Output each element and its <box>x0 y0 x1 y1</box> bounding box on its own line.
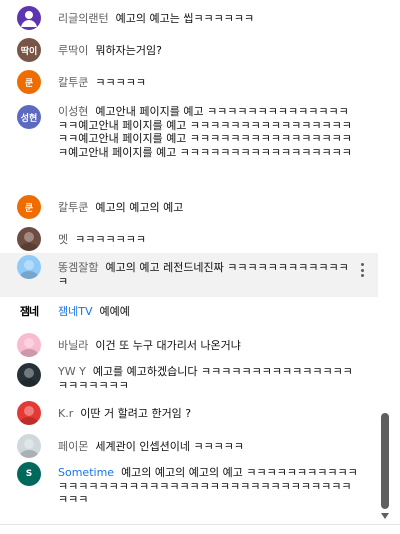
message-content: 칼투쿤 예고의 예고의 예고 <box>58 201 358 215</box>
profile-photo-icon <box>20 232 38 251</box>
message-text: 예고의 예고 레전드네진짜 ㅋㅋㅋㅋㅋㅋㅋㅋㅋㅋㅋㅋㅋ <box>58 261 349 288</box>
message-text: 예고의 예고의 예고 <box>95 201 184 214</box>
message-content: K.r 이딴 거 할려고 한거임 ? <box>58 407 358 421</box>
chat-message[interactable]: K.r 이딴 거 할려고 한거임 ? <box>0 399 378 427</box>
author-name[interactable]: 루딱이 <box>58 44 88 57</box>
author-name[interactable]: 칼투쿤 <box>58 201 88 214</box>
avatar[interactable] <box>17 255 41 279</box>
chat-message[interactable]: S Sometime 예고의 예고의 예고의 예고 ㅋㅋㅋㅋㅋㅋㅋㅋㅋㅋㅋㅋㅋㅋㅋㅋ… <box>0 460 378 516</box>
chat-message[interactable]: YW Y 예고를 예고하겠습니다 ㅋㅋㅋㅋㅋㅋㅋㅋㅋㅋㅋㅋㅋㅋㅋㅋㅋㅋㅋㅋㅋㅋ <box>0 361 378 395</box>
chat-message[interactable]: 페이몬 세계관이 인셉션이네 ㅋㅋㅋㅋㅋ <box>0 432 378 462</box>
message-text: 예고안내 페이지를 예고 ㅋㅋㅋㅋㅋㅋㅋㅋㅋㅋㅋㅋㅋㅋㅋㅋ예고안내 페이지를 예… <box>58 105 352 159</box>
author-name[interactable]: 잼네TV <box>58 305 92 318</box>
message-text: 이딴 거 할려고 한거임 ? <box>80 407 192 420</box>
author-name[interactable]: YW Y <box>58 365 86 378</box>
profile-photo-icon <box>20 406 38 425</box>
avatar[interactable]: 딱이 <box>17 38 41 62</box>
message-content: 페이몬 세계관이 인셉션이네 ㅋㅋㅋㅋㅋ <box>58 440 358 454</box>
avatar-initials: 쿤 <box>24 78 34 89</box>
message-content: 리글의랜턴 예고의 예고는 씹ㅋㅋㅋㅋㅋㅋ <box>58 12 358 26</box>
message-text: 예고의 예고는 씹ㅋㅋㅋㅋㅋㅋ <box>115 12 255 25</box>
avatar[interactable]: S <box>17 462 41 486</box>
message-text: 예예예 <box>99 305 130 318</box>
avatar[interactable] <box>17 6 41 30</box>
profile-photo-icon <box>20 439 38 458</box>
message-content: 바닐라 이건 또 누구 대가리서 나온거냐 <box>58 339 358 353</box>
person-icon <box>21 11 37 27</box>
chat-message[interactable]: 성현 이성현 예고안내 페이지를 예고 ㅋㅋㅋㅋㅋㅋㅋㅋㅋㅋㅋㅋㅋㅋㅋㅋ예고안내 페… <box>0 100 378 184</box>
avatar-initials: 딱이 <box>20 46 38 57</box>
message-text: 이건 또 누구 대가리서 나온거냐 <box>95 339 241 352</box>
message-text: 뭐하자는거임? <box>95 44 162 57</box>
avatar-initials: 쿤 <box>24 203 34 214</box>
dot <box>360 263 364 266</box>
author-name[interactable]: 똥겜잘함 <box>58 261 98 274</box>
author-name[interactable]: 바닐라 <box>58 339 88 352</box>
chat-message[interactable]: 쿤 칼투쿤 ㅋㅋㅋㅋㅋ <box>0 68 378 96</box>
message-text: 예고를 예고하겠습니다 ㅋㅋㅋㅋㅋㅋㅋㅋㅋㅋㅋㅋㅋㅋㅋㅋㅋㅋㅋㅋㅋㅋ <box>58 365 353 392</box>
message-content: 루딱이 뭐하자는거임? <box>58 44 358 58</box>
more-vert-icon[interactable] <box>358 260 366 280</box>
channel-logo: 잼네 <box>19 305 39 318</box>
avatar[interactable] <box>17 227 41 251</box>
avatar[interactable]: 성현 <box>17 105 41 129</box>
message-content: 멧 ㅋㅋㅋㅋㅋㅋㅋ <box>58 233 358 247</box>
author-name[interactable]: 페이몬 <box>58 440 88 453</box>
avatar[interactable] <box>17 401 41 425</box>
message-text: ㅋㅋㅋㅋㅋㅋㅋ <box>75 233 146 246</box>
dot <box>360 274 364 277</box>
message-text: ㅋㅋㅋㅋㅋ <box>95 76 146 89</box>
author-name[interactable]: 멧 <box>58 233 68 246</box>
profile-photo-icon <box>20 338 38 357</box>
message-content: 똥겜잘함 예고의 예고 레전드네진짜 ㅋㅋㅋㅋㅋㅋㅋㅋㅋㅋㅋㅋㅋ <box>58 261 358 288</box>
avatar-initials: S <box>25 469 33 479</box>
author-name[interactable]: Sometime <box>58 466 114 479</box>
message-text: 세계관이 인셉션이네 ㅋㅋㅋㅋㅋ <box>95 440 245 453</box>
message-content: 잼네TV 예예예 <box>58 305 358 319</box>
profile-photo-icon <box>20 368 38 387</box>
avatar[interactable] <box>17 333 41 357</box>
avatar[interactable] <box>17 434 41 458</box>
dot <box>360 268 364 272</box>
chat-message-list[interactable]: 리글의랜턴 예고의 예고는 씹ㅋㅋㅋㅋㅋㅋ 딱이 루딱이 뭐하자는거임? 쿤 칼투쿤 ㅋㅋㅋㅋ… <box>0 0 378 524</box>
profile-photo-icon <box>20 260 38 279</box>
avatar-initials: 성현 <box>20 113 38 124</box>
author-name[interactable]: K.r <box>58 407 73 420</box>
chat-bottom-area <box>0 525 400 534</box>
chat-message[interactable]: 쿤 칼투쿤 예고의 예고의 예고 <box>0 193 378 221</box>
chat-message[interactable]: 잼네 잼네TV 예예예 <box>0 297 378 327</box>
chat-message[interactable]: 멧 ㅋㅋㅋㅋㅋㅋㅋ <box>0 225 378 253</box>
chat-message[interactable]: 딱이 루딱이 뭐하자는거임? <box>0 36 378 64</box>
message-content: 칼투쿤 ㅋㅋㅋㅋㅋ <box>58 76 358 90</box>
avatar[interactable]: 쿤 <box>17 70 41 94</box>
author-name[interactable]: 이성현 <box>58 105 88 118</box>
author-name[interactable]: 칼투쿤 <box>58 76 88 89</box>
message-content: Sometime 예고의 예고의 예고의 예고 ㅋㅋㅋㅋㅋㅋㅋㅋㅋㅋㅋㅋㅋㅋㅋㅋㅋ… <box>58 466 358 507</box>
avatar[interactable]: 쿤 <box>17 195 41 219</box>
avatar[interactable]: 잼네 <box>17 299 41 323</box>
avatar[interactable] <box>17 363 41 387</box>
message-content: YW Y 예고를 예고하겠습니다 ㅋㅋㅋㅋㅋㅋㅋㅋㅋㅋㅋㅋㅋㅋㅋㅋㅋㅋㅋㅋㅋㅋ <box>58 365 358 392</box>
scrollbar[interactable] <box>378 0 394 524</box>
chat-message[interactable]: 똥겜잘함 예고의 예고 레전드네진짜 ㅋㅋㅋㅋㅋㅋㅋㅋㅋㅋㅋㅋㅋ <box>0 253 378 297</box>
scrollbar-thumb[interactable] <box>381 413 389 509</box>
arrow-down-icon[interactable] <box>381 513 389 519</box>
author-name[interactable]: 리글의랜턴 <box>58 12 109 25</box>
chat-message[interactable]: 리글의랜턴 예고의 예고는 씹ㅋㅋㅋㅋㅋㅋ <box>0 4 378 32</box>
chat-message[interactable]: 바닐라 이건 또 누구 대가리서 나온거냐 <box>0 331 378 359</box>
message-content: 이성현 예고안내 페이지를 예고 ㅋㅋㅋㅋㅋㅋㅋㅋㅋㅋㅋㅋㅋㅋㅋㅋ예고안내 페이지… <box>58 105 358 159</box>
